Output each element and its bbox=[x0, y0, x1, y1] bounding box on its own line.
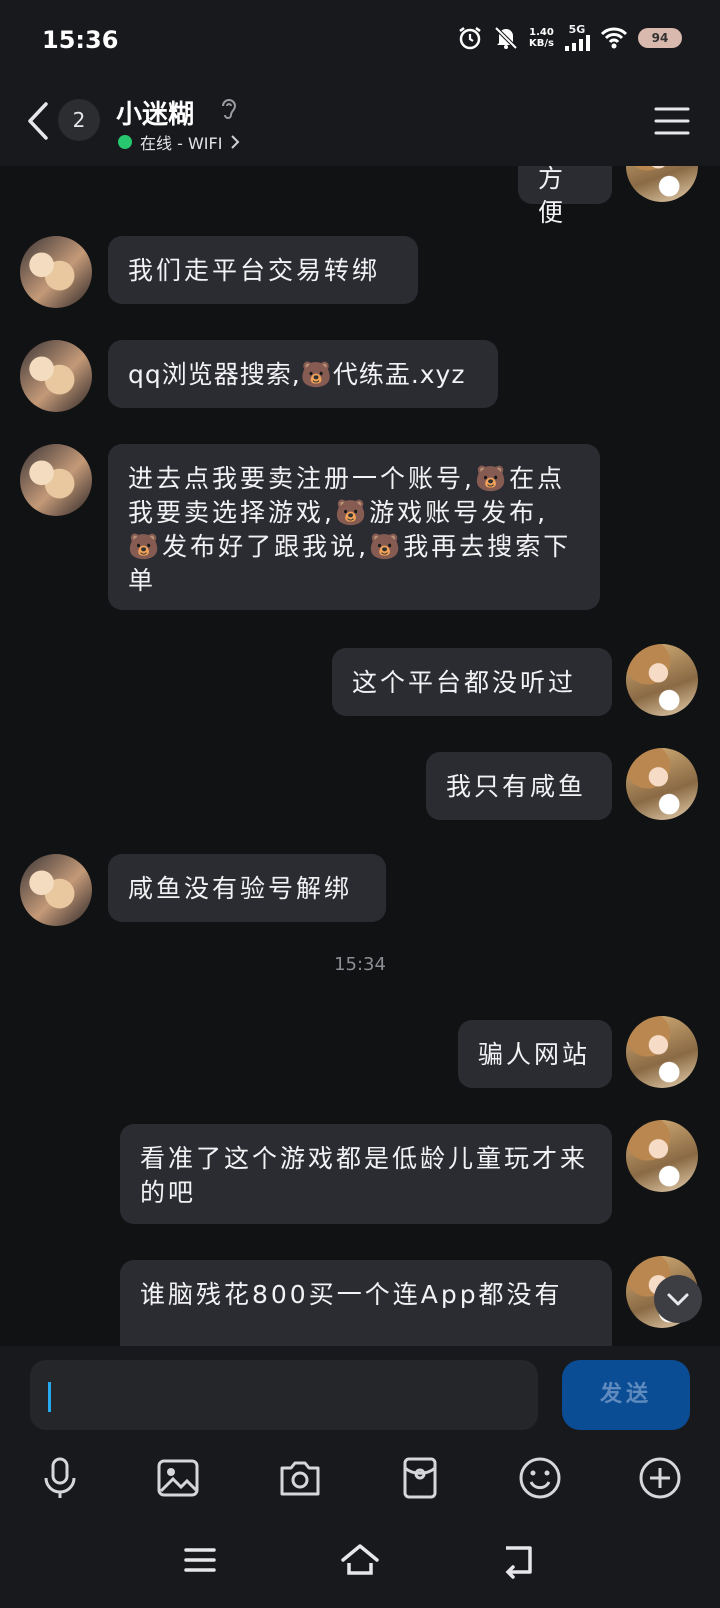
back-arrow-icon[interactable] bbox=[22, 98, 58, 144]
mute-bell-icon bbox=[494, 26, 518, 49]
status-time: 15:36 bbox=[42, 26, 119, 54]
contact-avatar[interactable] bbox=[20, 236, 92, 308]
message-bubble-incoming[interactable]: 咸鱼没有验号解绑 bbox=[108, 854, 386, 922]
camera-icon[interactable] bbox=[276, 1454, 324, 1502]
presence-text: 在线 - WIFI bbox=[140, 134, 223, 153]
status-icons: 1.40 KB/s 5G 94 bbox=[457, 24, 682, 51]
network-speed: 1.40 KB/s bbox=[529, 26, 554, 49]
message-bubble-outgoing[interactable]: 方便 bbox=[518, 166, 612, 227]
my-avatar[interactable] bbox=[626, 748, 698, 820]
message-bubble-incoming[interactable]: qq浏览器搜索,🐻代练盂.xyz bbox=[108, 340, 498, 408]
ear-icon[interactable] bbox=[218, 96, 240, 122]
message-bubble-outgoing[interactable]: 看准了这个游戏都是低龄儿童玩才来的吧 bbox=[120, 1124, 612, 1224]
alarm-icon bbox=[459, 26, 481, 49]
status-bar: 15:36 1.40 KB/s 5G 94 bbox=[0, 0, 720, 84]
nav-back-icon[interactable] bbox=[500, 1540, 540, 1580]
message-bubble-outgoing[interactable]: 谁脑残花800买一个连App都没有 bbox=[120, 1260, 612, 1346]
menu-icon[interactable] bbox=[654, 106, 690, 136]
message-bubble-outgoing[interactable]: 骗人网站 bbox=[458, 1020, 612, 1088]
nav-home-icon[interactable] bbox=[340, 1540, 380, 1580]
send-button[interactable]: 发送 bbox=[562, 1360, 690, 1430]
message-bubble-outgoing[interactable]: 这个平台都没听过 bbox=[332, 648, 612, 716]
unread-count-badge[interactable]: 2 bbox=[58, 99, 100, 141]
battery-indicator: 94 bbox=[638, 27, 682, 48]
wifi-icon bbox=[600, 27, 628, 48]
scroll-to-bottom-button[interactable] bbox=[654, 1275, 702, 1323]
signal-icon bbox=[565, 35, 590, 51]
emoji-icon[interactable] bbox=[516, 1454, 564, 1502]
chevron-down-icon bbox=[667, 1293, 689, 1306]
nav-menu-icon[interactable] bbox=[180, 1540, 220, 1580]
contact-avatar[interactable] bbox=[20, 444, 92, 516]
message-timestamp: 15:34 bbox=[334, 954, 386, 975]
my-avatar[interactable] bbox=[626, 644, 698, 716]
composer: 发送 bbox=[0, 1346, 720, 1608]
message-list[interactable]: 方便 我们走平台交易转绑 qq浏览器搜索,🐻代练盂.xyz 进去点我要卖注册一个… bbox=[0, 166, 720, 1346]
contact-avatar[interactable] bbox=[20, 340, 92, 412]
message-input[interactable] bbox=[30, 1360, 538, 1430]
plus-icon[interactable] bbox=[636, 1454, 684, 1502]
signal-indicator: 5G bbox=[564, 24, 590, 51]
presence-status[interactable]: 在线 - WIFI bbox=[118, 130, 240, 154]
my-avatar[interactable] bbox=[626, 1016, 698, 1088]
my-avatar[interactable] bbox=[626, 166, 698, 202]
message-bubble-incoming[interactable]: 我们走平台交易转绑 bbox=[108, 236, 418, 304]
contact-avatar[interactable] bbox=[20, 854, 92, 926]
my-avatar[interactable] bbox=[626, 1120, 698, 1192]
message-bubble-outgoing[interactable]: 我只有咸鱼 bbox=[426, 752, 612, 820]
online-dot bbox=[118, 135, 132, 149]
image-icon[interactable] bbox=[154, 1454, 202, 1502]
microphone-icon[interactable] bbox=[36, 1454, 84, 1502]
chevron-right-icon bbox=[231, 135, 240, 149]
red-packet-icon[interactable] bbox=[396, 1454, 444, 1502]
contact-name[interactable]: 小迷糊 bbox=[116, 94, 194, 131]
text-caret bbox=[48, 1382, 51, 1412]
message-bubble-incoming[interactable]: 进去点我要卖注册一个账号,🐻在点我要卖选择游戏,🐻游戏账号发布,🐻发布好了跟我说… bbox=[108, 444, 600, 610]
chat-header: 2 小迷糊 在线 - WIFI bbox=[0, 84, 720, 166]
